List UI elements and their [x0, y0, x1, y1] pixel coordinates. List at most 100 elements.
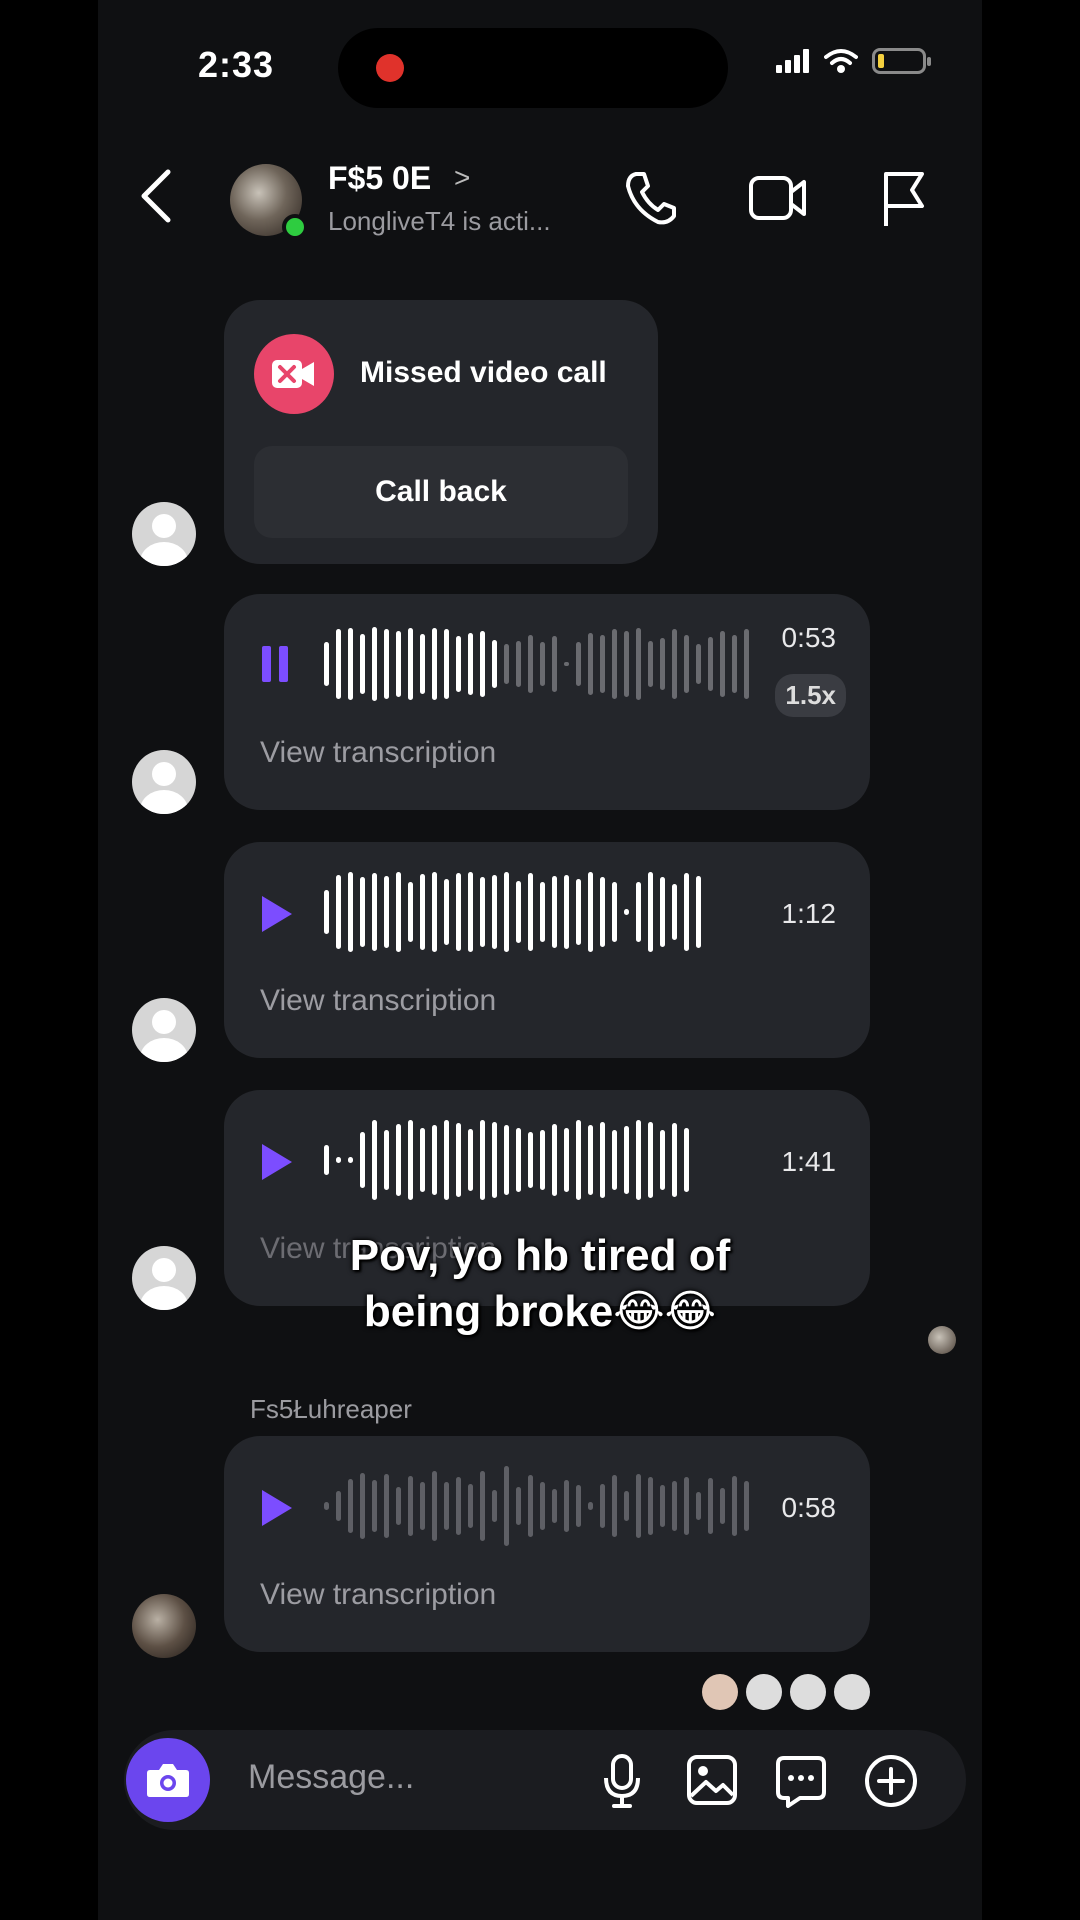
missed-call-bubble: Missed video call Call back	[224, 300, 658, 564]
play-icon[interactable]	[260, 1488, 294, 1528]
waveform-bar	[564, 1480, 569, 1532]
plus-circle-icon[interactable]	[864, 1754, 918, 1808]
waveform-bar	[648, 872, 653, 952]
voice-message: 1:12 View transcription	[224, 842, 870, 1058]
waveform-bar	[552, 876, 557, 948]
voice-message: 0:53 1.5x View transcription	[224, 594, 870, 810]
avatar[interactable]	[132, 1594, 196, 1658]
voice-duration: 1:41	[781, 1146, 837, 1177]
waveform-bar	[456, 873, 461, 951]
waveform-bar	[492, 875, 497, 949]
waveform-bar	[348, 1479, 353, 1533]
microphone-icon[interactable]	[602, 1754, 642, 1808]
waveform-bar	[564, 662, 569, 666]
waveform-bar	[600, 1122, 605, 1198]
dynamic-island	[338, 28, 728, 108]
waveform-bar	[732, 635, 737, 693]
playback-speed-button[interactable]: 1.5x	[775, 674, 846, 717]
waveform-bar	[672, 1123, 677, 1197]
waveform-bar	[372, 1480, 377, 1532]
waveform-bar	[540, 882, 545, 942]
waveform-bar	[396, 1487, 401, 1525]
waveform-bar	[408, 1476, 413, 1536]
chat-header: F$5 0E > LongliveT4 is acti...	[98, 150, 982, 250]
waveform-bar	[636, 628, 641, 700]
waveform-bar	[444, 1482, 449, 1530]
waveform-bar	[504, 644, 509, 684]
waveform-bar	[648, 1477, 653, 1535]
waveform-bar	[612, 1475, 617, 1537]
read-receipt-avatar	[928, 1326, 956, 1354]
video-camera-icon[interactable]	[748, 170, 808, 226]
waveform-bar	[684, 1477, 689, 1535]
waveform-bar	[360, 1473, 365, 1539]
waveform-bar	[516, 881, 521, 943]
waveform-bar	[624, 909, 629, 915]
activity-status: LongliveT4 is acti...	[328, 206, 551, 236]
waveform-bar	[612, 882, 617, 942]
flag-icon[interactable]	[880, 170, 928, 228]
sticker-chat-icon[interactable]	[774, 1754, 828, 1808]
waveform-bar	[444, 1120, 449, 1200]
avatar[interactable]	[132, 502, 196, 566]
pause-icon[interactable]	[260, 644, 290, 684]
waveform-bar	[672, 884, 677, 940]
waveform-bar	[432, 628, 437, 700]
waveform-bar	[480, 1471, 485, 1541]
call-back-button[interactable]: Call back	[254, 446, 628, 538]
avatar	[790, 1674, 826, 1710]
camera-button[interactable]	[126, 1738, 210, 1822]
waveform-bar	[576, 1485, 581, 1527]
waveform-bar	[516, 641, 521, 687]
waveform-bar	[660, 1130, 665, 1190]
waveform[interactable]	[324, 1460, 749, 1552]
waveform-bar	[408, 628, 413, 700]
waveform-bar	[456, 1477, 461, 1535]
play-icon[interactable]	[260, 894, 294, 934]
phone-icon[interactable]	[624, 170, 678, 228]
avatar[interactable]	[132, 750, 196, 814]
waveform-bar	[360, 877, 365, 947]
avatar	[702, 1674, 738, 1710]
waveform[interactable]	[324, 618, 749, 710]
waveform[interactable]	[324, 1114, 689, 1206]
waveform-bar	[540, 1482, 545, 1530]
waveform-bar	[444, 629, 449, 699]
waveform-bar	[624, 1126, 629, 1194]
waveform-bar	[408, 882, 413, 942]
waveform-bar	[444, 879, 449, 945]
waveform-bar	[480, 631, 485, 697]
message-input[interactable]	[248, 1758, 548, 1797]
waveform-bar	[480, 1120, 485, 1200]
waveform-bar	[504, 1125, 509, 1195]
chevron-right-icon: >	[454, 162, 471, 193]
waveform-bar	[336, 629, 341, 699]
waveform-bar	[600, 1484, 605, 1528]
waveform-bar	[456, 1123, 461, 1197]
waveform-bar	[432, 872, 437, 952]
waveform-bar	[456, 636, 461, 692]
waveform-bar	[588, 1125, 593, 1195]
back-icon[interactable]	[138, 168, 174, 224]
play-icon[interactable]	[260, 1142, 294, 1182]
seen-by-avatars	[702, 1674, 870, 1710]
view-transcription-link[interactable]: View transcription	[260, 984, 496, 1018]
waveform-bar	[420, 1482, 425, 1530]
view-transcription-link[interactable]: View transcription	[260, 1578, 496, 1612]
waveform-bar	[720, 1488, 725, 1524]
waveform-bar	[504, 872, 509, 952]
waveform-bar	[468, 1129, 473, 1191]
waveform-bar	[660, 1485, 665, 1527]
waveform[interactable]	[324, 866, 701, 958]
waveform-bar	[624, 1491, 629, 1521]
avatar	[746, 1674, 782, 1710]
waveform-bar	[660, 638, 665, 690]
waveform-bar	[348, 628, 353, 700]
waveform-bar	[612, 629, 617, 699]
contact-name[interactable]: F$5 0E	[328, 160, 431, 197]
avatar[interactable]	[132, 998, 196, 1062]
image-icon[interactable]	[686, 1754, 738, 1806]
waveform-bar	[384, 1130, 389, 1190]
view-transcription-link[interactable]: View transcription	[260, 736, 496, 770]
waveform-bar	[660, 877, 665, 947]
